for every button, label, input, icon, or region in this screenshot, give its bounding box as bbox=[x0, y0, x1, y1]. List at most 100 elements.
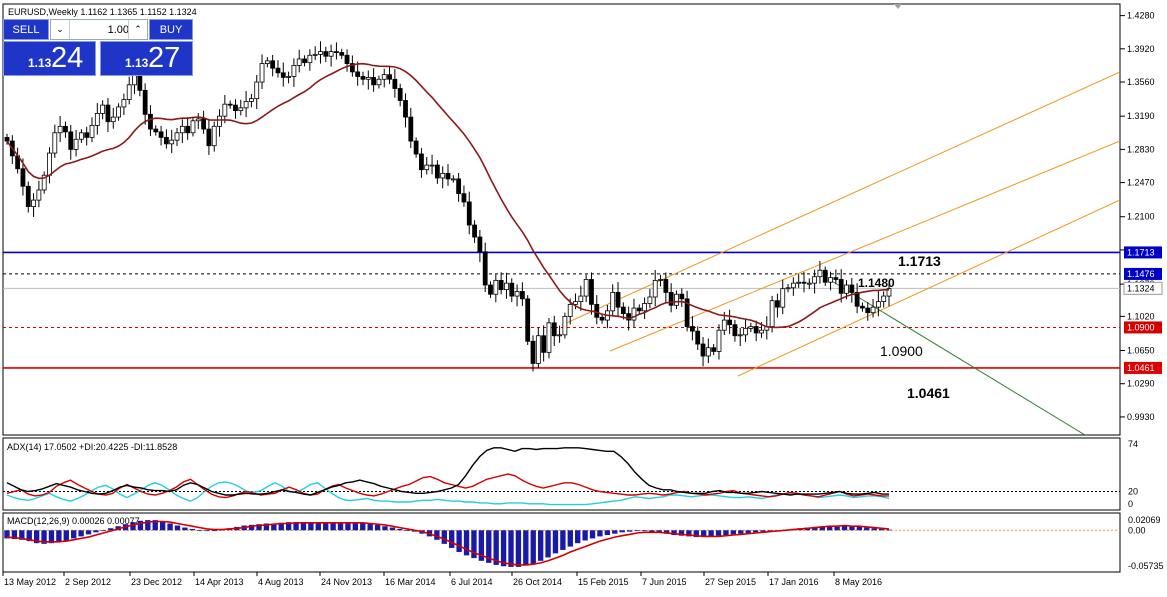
time-tick-label: 8 May 2016 bbox=[835, 577, 882, 587]
candle-body bbox=[153, 128, 159, 133]
candle-body bbox=[849, 284, 855, 293]
candle-body bbox=[551, 322, 557, 337]
candle-body bbox=[296, 58, 302, 66]
candle-body bbox=[509, 282, 515, 297]
candle-body bbox=[695, 330, 701, 345]
macd-histogram-bar bbox=[723, 530, 729, 536]
candle-body bbox=[4, 136, 10, 142]
candle-body bbox=[535, 335, 541, 364]
candle-body bbox=[307, 54, 313, 64]
candle-body bbox=[668, 291, 674, 306]
macd-histogram-bar bbox=[530, 530, 536, 564]
candle-body bbox=[339, 52, 345, 56]
lot-increase-chevron-icon[interactable]: ⌃ bbox=[128, 20, 147, 39]
candle-body bbox=[445, 172, 451, 180]
candle-body bbox=[860, 305, 865, 309]
candle-body bbox=[334, 51, 339, 53]
adx-label: ADX(14) 17.0502 +DI:20.4225 -DI:11.8528 bbox=[7, 442, 177, 452]
candle-body bbox=[806, 282, 812, 285]
price-tick-label: 0.9930 bbox=[1127, 412, 1155, 422]
adx-axis-top: 74 bbox=[1128, 439, 1138, 449]
chart-canvas: 1.4280 1.3920 1.3560 1.3190 1.2830 1.2470 1.21… bbox=[2, 3, 1164, 587]
candle-body bbox=[769, 300, 775, 327]
level-price-tag-text: 1.0900 bbox=[1127, 322, 1155, 332]
candle-body bbox=[190, 120, 196, 134]
macd-histogram-bar bbox=[308, 522, 314, 531]
sell-price-button[interactable]: 1.13 24 bbox=[3, 41, 96, 76]
buy-price-button[interactable]: 1.13 27 bbox=[100, 41, 193, 76]
candle-body bbox=[365, 77, 371, 80]
price-tick-label: 1.3190 bbox=[1127, 111, 1155, 121]
candle-body bbox=[674, 293, 679, 306]
candle-body bbox=[610, 291, 616, 312]
macd-histogram-bar bbox=[537, 530, 544, 561]
candle-body bbox=[780, 288, 786, 308]
candle-body bbox=[408, 116, 414, 142]
candle-body bbox=[466, 201, 472, 226]
candle-body bbox=[179, 125, 185, 134]
candle-body bbox=[482, 251, 488, 286]
candle-body bbox=[620, 306, 626, 315]
macd-histogram-bar bbox=[612, 530, 618, 534]
macd-histogram-bar bbox=[456, 530, 462, 552]
candle-body bbox=[865, 307, 871, 314]
macd-label: MACD(12,26,9) 0.00026 0.00077 bbox=[7, 516, 140, 526]
candle-body bbox=[424, 164, 430, 171]
adx-axis-level: 20 bbox=[1128, 487, 1138, 497]
price-tick-label: 1.0290 bbox=[1127, 379, 1155, 389]
candle-body bbox=[711, 347, 717, 352]
candle-body bbox=[233, 104, 238, 112]
time-tick-label: 6 Jul 2014 bbox=[451, 577, 493, 587]
price-tick-label: 1.1020 bbox=[1127, 311, 1155, 321]
adx-axis-bottom: 0 bbox=[1128, 499, 1133, 509]
current-price-tag-text: 1.1324 bbox=[1127, 283, 1155, 293]
candle-body bbox=[387, 74, 392, 80]
candle-body bbox=[838, 279, 844, 294]
candle-body bbox=[519, 291, 525, 300]
candle-body bbox=[312, 53, 318, 56]
candle-body bbox=[631, 307, 637, 321]
lot-size-input[interactable] bbox=[71, 21, 131, 38]
candle-body bbox=[126, 84, 132, 100]
level-annotation: 1.0900 bbox=[880, 343, 923, 359]
macd-histogram-bar bbox=[382, 526, 388, 531]
candle-body bbox=[121, 99, 127, 108]
candle-body bbox=[493, 279, 499, 295]
price-tick-label: 1.4280 bbox=[1127, 11, 1155, 21]
macd-histogram-bar bbox=[500, 530, 507, 567]
macd-histogram-bar bbox=[211, 530, 218, 532]
candle-body bbox=[615, 291, 621, 308]
macd-histogram-bar bbox=[56, 530, 62, 542]
time-tick-label: 16 Mar 2014 bbox=[385, 577, 436, 587]
candle-body bbox=[238, 107, 244, 112]
candle-body bbox=[254, 81, 260, 100]
candle-body bbox=[748, 326, 754, 329]
candle-body bbox=[105, 104, 111, 123]
price-tick-label: 1.3560 bbox=[1127, 77, 1155, 87]
candle-body bbox=[142, 89, 148, 115]
lot-size-control: ⌄ ⌃ bbox=[50, 19, 148, 40]
candle-body bbox=[504, 282, 509, 291]
candle-body bbox=[73, 138, 79, 150]
macd-histogram-bar bbox=[560, 530, 566, 550]
candle-body bbox=[291, 65, 297, 77]
sell-button[interactable]: SELL bbox=[3, 19, 49, 40]
macd-histogram-bar bbox=[182, 527, 188, 531]
lot-decrease-chevron-icon[interactable]: ⌄ bbox=[51, 20, 70, 39]
buy-button[interactable]: BUY bbox=[149, 19, 193, 40]
time-tick-label: 24 Nov 2013 bbox=[321, 577, 372, 587]
candle-body bbox=[541, 335, 547, 353]
level-annotation: 1.1480 bbox=[858, 276, 895, 290]
candle-body bbox=[440, 172, 446, 179]
level-annotation: 1.1713 bbox=[898, 253, 941, 269]
candle-body bbox=[360, 76, 366, 80]
macd-histogram-bar bbox=[864, 527, 870, 531]
candle-body bbox=[589, 279, 594, 305]
macd-histogram-bar bbox=[441, 530, 447, 544]
candle-body bbox=[163, 136, 169, 145]
time-tick-label: 13 May 2012 bbox=[4, 577, 56, 587]
candle-body bbox=[302, 58, 307, 64]
candle-body bbox=[371, 77, 377, 86]
candle-body bbox=[785, 287, 791, 290]
macd-histogram-bar bbox=[93, 530, 99, 533]
